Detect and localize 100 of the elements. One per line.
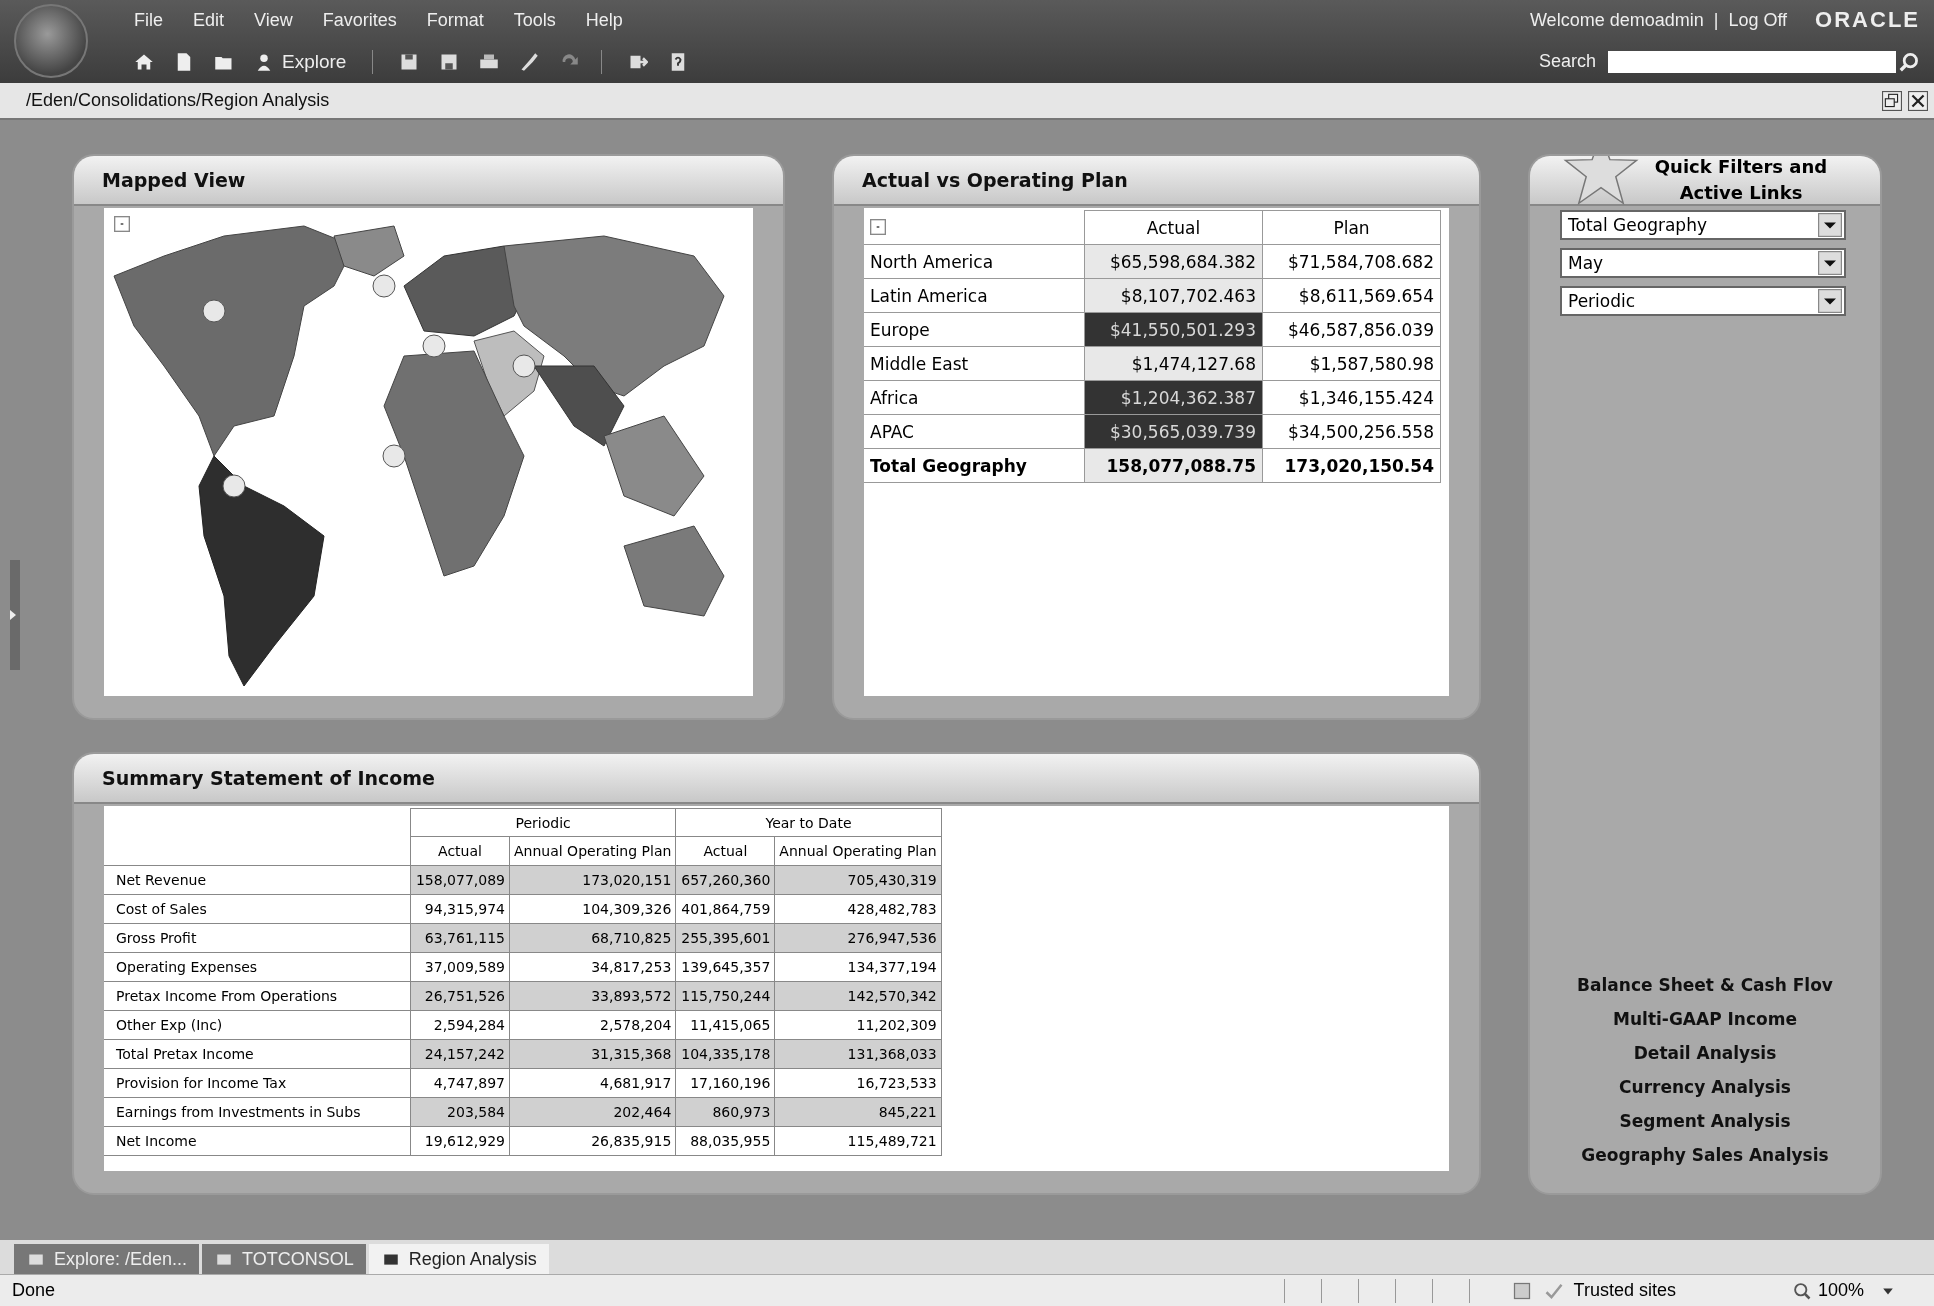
column-header: Annual Operating Plan bbox=[509, 836, 676, 865]
close-icon[interactable] bbox=[1908, 90, 1928, 111]
table-cell: $46,587,856.039 bbox=[1262, 312, 1441, 347]
table-cell: 173,020,150.54 bbox=[1262, 448, 1441, 483]
row-label: Africa bbox=[864, 380, 1085, 415]
dropdown-caret-icon[interactable] bbox=[1818, 289, 1842, 313]
table-cell: $41,550,501.293 bbox=[1084, 312, 1263, 347]
table-cell: $65,598,684.382 bbox=[1084, 244, 1263, 279]
column-group-header: Year to Date bbox=[675, 808, 942, 837]
column-header: Actual bbox=[675, 836, 775, 865]
table-cell: $8,107,702.463 bbox=[1084, 278, 1263, 313]
task-tab[interactable]: Region Analysis bbox=[368, 1244, 549, 1274]
table-cell: $1,587,580.98 bbox=[1262, 346, 1441, 381]
row-label: Earnings from Investments in Subs bbox=[104, 1097, 411, 1126]
table-cell: 202,464 bbox=[509, 1097, 676, 1126]
separator-text: | bbox=[1713, 9, 1719, 31]
table-cell: 173,020,151 bbox=[509, 865, 676, 894]
explore-button[interactable]: Explore bbox=[282, 50, 347, 73]
row-label: Cost of Sales bbox=[104, 894, 411, 923]
menu-item[interactable]: Format bbox=[426, 9, 484, 31]
row-label: Latin America bbox=[864, 278, 1085, 313]
table-cell: $1,204,362.387 bbox=[1084, 380, 1263, 415]
zoom-icon[interactable] bbox=[1791, 1280, 1812, 1301]
collapse-icon[interactable] bbox=[870, 219, 886, 236]
dropdown-caret-icon[interactable] bbox=[1818, 251, 1842, 275]
search-label: Search bbox=[1538, 51, 1596, 72]
table-cell: 428,482,783 bbox=[774, 894, 942, 923]
table-cell: 19,612,929 bbox=[410, 1126, 510, 1155]
table-cell: 115,489,721 bbox=[774, 1126, 942, 1155]
table-cell: 104,335,178 bbox=[675, 1039, 775, 1068]
table-cell: 158,077,089 bbox=[410, 865, 510, 894]
row-label: Operating Expenses bbox=[104, 952, 411, 981]
dropdown-caret-icon[interactable] bbox=[1818, 213, 1842, 237]
table-cell: 131,368,033 bbox=[774, 1039, 942, 1068]
table-cell: 2,594,284 bbox=[410, 1010, 510, 1039]
menu-item[interactable]: File bbox=[134, 9, 163, 31]
row-label: Provision for Income Tax bbox=[104, 1068, 411, 1097]
table-cell: 104,309,326 bbox=[509, 894, 676, 923]
table-cell: 203,584 bbox=[410, 1097, 510, 1126]
row-label: APAC bbox=[864, 414, 1085, 449]
column-header: Plan bbox=[1262, 210, 1441, 245]
table-cell: 88,035,955 bbox=[675, 1126, 775, 1155]
menu-item[interactable]: Tools bbox=[513, 9, 556, 31]
table-cell: 33,893,572 bbox=[509, 981, 676, 1010]
breadcrumb-path: /Eden/Consolidations/Region Analysis bbox=[26, 90, 330, 111]
column-header: Annual Operating Plan bbox=[774, 836, 942, 865]
table-cell: 94,315,974 bbox=[410, 894, 510, 923]
collapse-icon[interactable] bbox=[114, 216, 130, 232]
table-cell: $34,500,256.558 bbox=[1262, 414, 1441, 449]
table-cell: 657,260,360 bbox=[675, 865, 775, 894]
report-link[interactable]: Detail Analysis bbox=[1633, 1043, 1777, 1063]
task-tab[interactable]: Explore: /Eden... bbox=[14, 1244, 200, 1274]
zoom-level[interactable]: 100% bbox=[1817, 1280, 1864, 1301]
table-cell: 139,645,357 bbox=[675, 952, 775, 981]
table-cell: $1,474,127.68 bbox=[1084, 346, 1263, 381]
table-cell: 255,395,601 bbox=[675, 923, 775, 952]
table-cell: 845,221 bbox=[774, 1097, 942, 1126]
side-panel-handle[interactable] bbox=[10, 560, 20, 670]
menu-item[interactable]: Edit bbox=[193, 9, 225, 31]
table-cell: 26,835,915 bbox=[509, 1126, 676, 1155]
row-label: Europe bbox=[864, 312, 1085, 347]
menu-item[interactable]: View bbox=[254, 9, 293, 31]
table-cell: 276,947,536 bbox=[774, 923, 942, 952]
table-cell: 134,377,194 bbox=[774, 952, 942, 981]
restore-icon[interactable] bbox=[1882, 90, 1902, 111]
table-cell: 2,578,204 bbox=[509, 1010, 676, 1039]
table-cell: 11,202,309 bbox=[774, 1010, 942, 1039]
search-field[interactable] bbox=[1608, 50, 1896, 73]
table-cell: 31,315,368 bbox=[509, 1039, 676, 1068]
column-header: Actual bbox=[410, 836, 510, 865]
table-cell: 4,681,917 bbox=[509, 1068, 676, 1097]
panel-title: Actual vs Operating Plan bbox=[862, 169, 1128, 191]
row-label: Middle East bbox=[864, 346, 1085, 381]
table-cell: 26,751,526 bbox=[410, 981, 510, 1010]
filter-dropdown[interactable]: Periodic bbox=[1560, 286, 1846, 316]
menu-item[interactable]: Help bbox=[585, 9, 623, 31]
panel-title: Mapped View bbox=[102, 169, 246, 191]
table-cell: 34,817,253 bbox=[509, 952, 676, 981]
report-link[interactable]: Geography Sales Analysis bbox=[1581, 1145, 1829, 1165]
row-label: Gross Profit bbox=[104, 923, 411, 952]
log-off-link[interactable]: Log Off bbox=[1728, 9, 1788, 31]
security-zone-text: Trusted sites bbox=[1573, 1280, 1676, 1301]
menu-item[interactable]: Favorites bbox=[322, 9, 397, 31]
column-header: Actual bbox=[1084, 210, 1263, 245]
task-tab[interactable]: TOTCONSOL bbox=[202, 1244, 366, 1274]
table-cell: $1,346,155.424 bbox=[1262, 380, 1441, 415]
table-cell: 16,723,533 bbox=[774, 1068, 942, 1097]
report-link[interactable]: Multi-GAAP Income bbox=[1613, 1009, 1797, 1029]
panel-title: Summary Statement of Income bbox=[102, 767, 435, 789]
report-link[interactable]: Segment Analysis bbox=[1619, 1111, 1791, 1131]
table-cell: 401,864,759 bbox=[675, 894, 775, 923]
table-cell: $71,584,708.682 bbox=[1262, 244, 1441, 279]
filter-dropdown[interactable]: May bbox=[1560, 248, 1846, 278]
report-link[interactable]: Balance Sheet & Cash Flov bbox=[1577, 975, 1833, 995]
row-label: Other Exp (Inc) bbox=[104, 1010, 411, 1039]
search-icon[interactable] bbox=[1898, 50, 1920, 73]
table-cell: 63,761,115 bbox=[410, 923, 510, 952]
filter-dropdown[interactable]: Total Geography bbox=[1560, 210, 1846, 240]
report-link[interactable]: Currency Analysis bbox=[1619, 1077, 1791, 1097]
table-cell: 68,710,825 bbox=[509, 923, 676, 952]
